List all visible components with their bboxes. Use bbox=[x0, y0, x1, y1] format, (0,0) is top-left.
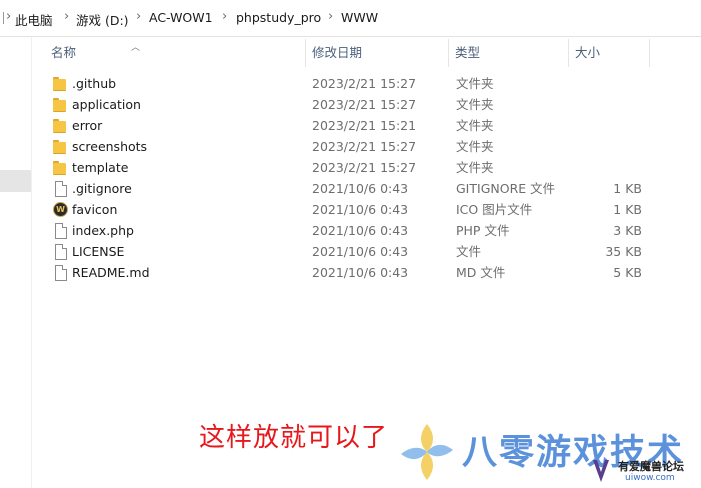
file-type: MD 文件 bbox=[456, 265, 506, 280]
file-row[interactable]: .gitignore 2021/10/6 0:43 GITIGNORE 文件 1… bbox=[41, 178, 701, 199]
breadcrumb-phpstudy-pro[interactable]: phpstudy_pro bbox=[236, 10, 321, 25]
file-icon bbox=[52, 264, 68, 281]
file-type: 文件夹 bbox=[456, 139, 494, 154]
column-header-name[interactable]: 名称 bbox=[41, 37, 305, 69]
annotation-text: 这样放就可以了 bbox=[199, 423, 389, 453]
file-row[interactable]: .github 2023/2/21 15:27 文件夹 bbox=[41, 73, 701, 94]
file-type: PHP 文件 bbox=[456, 223, 510, 238]
file-date: 2021/10/6 0:43 bbox=[312, 202, 409, 217]
file-size bbox=[571, 136, 642, 157]
file-size: 35 KB bbox=[605, 244, 642, 259]
chevron-right-icon: › bbox=[6, 9, 12, 24]
file-size bbox=[571, 157, 642, 178]
file-size: 1 KB bbox=[613, 181, 642, 196]
address-bar-divider bbox=[0, 12, 4, 24]
file-row[interactable]: error 2023/2/21 15:21 文件夹 bbox=[41, 115, 701, 136]
column-header-type[interactable]: 类型 bbox=[445, 37, 565, 69]
breadcrumb-drive-d[interactable]: 游戏 (D:) bbox=[76, 10, 129, 29]
file-name: template bbox=[72, 160, 129, 175]
wow-v-logo-icon bbox=[593, 460, 609, 482]
chevron-right-icon: › bbox=[64, 9, 70, 24]
file-type: 文件夹 bbox=[456, 76, 494, 91]
file-row[interactable]: favicon 2021/10/6 0:43 ICO 图片文件 1 KB bbox=[41, 199, 701, 220]
file-date: 2023/2/21 15:21 bbox=[312, 118, 417, 133]
file-name: index.php bbox=[72, 223, 134, 238]
file-row[interactable]: index.php 2021/10/6 0:43 PHP 文件 3 KB bbox=[41, 220, 701, 241]
folder-icon bbox=[52, 96, 68, 113]
chevron-right-icon: › bbox=[328, 9, 334, 24]
column-header-date[interactable]: 修改日期 bbox=[302, 37, 446, 69]
file-name: error bbox=[72, 118, 103, 133]
file-type: GITIGNORE 文件 bbox=[456, 181, 556, 196]
file-icon bbox=[52, 222, 68, 239]
watermark-subtitle: 有爱魔兽论坛 bbox=[618, 460, 684, 473]
folder-icon bbox=[52, 138, 68, 155]
file-name: .gitignore bbox=[72, 181, 132, 196]
file-size bbox=[571, 115, 642, 136]
file-type: 文件 bbox=[456, 244, 482, 259]
file-type: 文件夹 bbox=[456, 118, 494, 133]
address-bar[interactable]: › 此电脑 › 游戏 (D:) › AC-WOW1 › phpstudy_pro… bbox=[0, 0, 701, 37]
file-row[interactable]: LICENSE 2021/10/6 0:43 文件 35 KB bbox=[41, 241, 701, 262]
breadcrumb-this-pc[interactable]: 此电脑 bbox=[15, 10, 53, 29]
file-size: 1 KB bbox=[613, 202, 642, 217]
folder-icon bbox=[52, 159, 68, 176]
file-name: LICENSE bbox=[72, 244, 125, 259]
wow-icon bbox=[52, 201, 68, 218]
file-date: 2023/2/21 15:27 bbox=[312, 160, 417, 175]
file-name: favicon bbox=[72, 202, 118, 217]
file-size: 5 KB bbox=[613, 265, 642, 280]
column-header-size[interactable]: 大小 bbox=[565, 37, 645, 69]
file-name: application bbox=[72, 97, 141, 112]
file-name: README.md bbox=[72, 265, 150, 280]
file-type: ICO 图片文件 bbox=[456, 202, 533, 217]
file-icon bbox=[52, 243, 68, 260]
folder-icon bbox=[52, 75, 68, 92]
file-name: screenshots bbox=[72, 139, 148, 154]
breadcrumb-www[interactable]: WWW bbox=[341, 10, 378, 25]
sort-ascending-icon: ︿ bbox=[131, 43, 141, 53]
file-name: .github bbox=[72, 76, 117, 91]
navigation-pane[interactable] bbox=[0, 37, 32, 488]
watermark-logo-icon bbox=[401, 424, 453, 480]
file-size: 3 KB bbox=[613, 223, 642, 238]
nav-selected-item[interactable] bbox=[0, 170, 31, 192]
file-date: 2023/2/21 15:27 bbox=[312, 97, 417, 112]
file-date: 2023/2/21 15:27 bbox=[312, 139, 417, 154]
file-row[interactable]: template 2023/2/21 15:27 文件夹 bbox=[41, 157, 701, 178]
file-size bbox=[571, 94, 642, 115]
file-list: .github 2023/2/21 15:27 文件夹 application … bbox=[41, 73, 701, 283]
file-row[interactable]: screenshots 2023/2/21 15:27 文件夹 bbox=[41, 136, 701, 157]
file-date: 2021/10/6 0:43 bbox=[312, 265, 409, 280]
chevron-right-icon: › bbox=[222, 9, 228, 24]
watermark-url: uiwow.com bbox=[625, 473, 675, 483]
file-type: 文件夹 bbox=[456, 160, 494, 175]
file-date: 2023/2/21 15:27 bbox=[312, 76, 417, 91]
file-row[interactable]: README.md 2021/10/6 0:43 MD 文件 5 KB bbox=[41, 262, 701, 283]
breadcrumb-ac-wow1[interactable]: AC-WOW1 bbox=[149, 10, 213, 25]
file-type: 文件夹 bbox=[456, 97, 494, 112]
file-icon bbox=[52, 180, 68, 197]
folder-icon bbox=[52, 117, 68, 134]
file-row[interactable]: application 2023/2/21 15:27 文件夹 bbox=[41, 94, 701, 115]
file-date: 2021/10/6 0:43 bbox=[312, 181, 409, 196]
column-divider[interactable] bbox=[649, 39, 650, 67]
file-date: 2021/10/6 0:43 bbox=[312, 244, 409, 259]
file-size bbox=[571, 73, 642, 94]
file-date: 2021/10/6 0:43 bbox=[312, 223, 409, 238]
chevron-right-icon: › bbox=[136, 9, 142, 24]
